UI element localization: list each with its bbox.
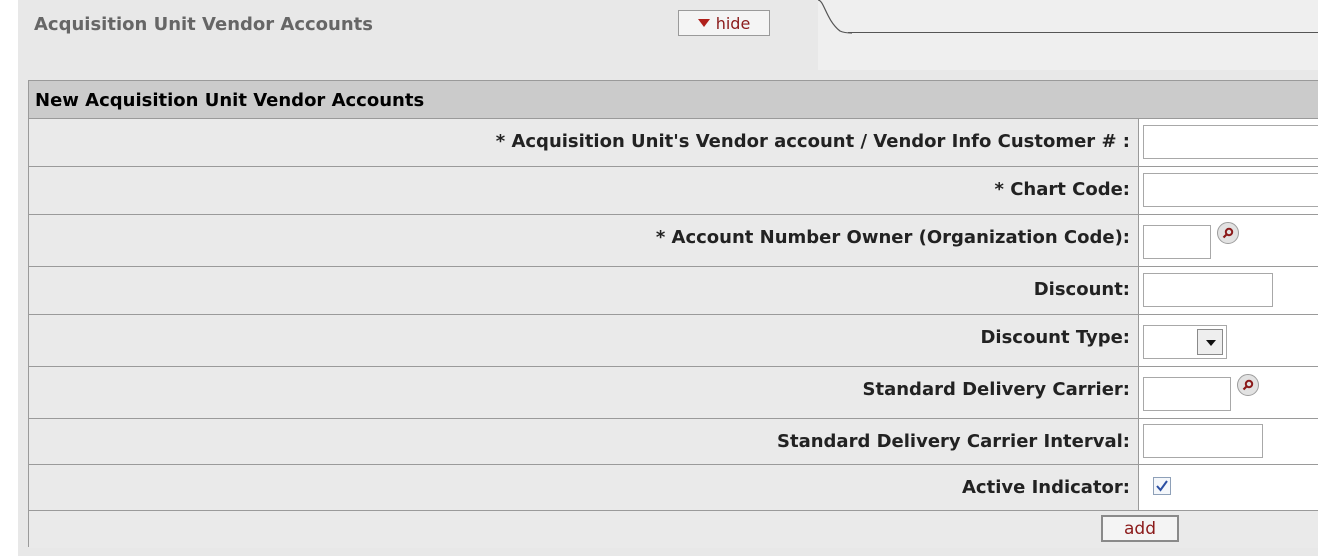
active-indicator-checkbox[interactable] (1153, 477, 1171, 495)
field-row-chart-code: * Chart Code: (29, 167, 1318, 215)
field-row-discount-type: Discount Type: (29, 315, 1318, 367)
field-label: Active Indicator: (961, 477, 1130, 498)
field-label: * Acquisition Unit's Vendor account / Ve… (495, 131, 1130, 152)
field-label: Standard Delivery Carrier: (862, 379, 1130, 400)
field-label: Standard Delivery Carrier Interval: (777, 431, 1130, 452)
tab-divider (848, 32, 1318, 33)
magnifier-icon[interactable] (1237, 374, 1259, 396)
delivery-carrier-input[interactable] (1143, 377, 1231, 411)
field-label: * Chart Code: (994, 179, 1130, 200)
hide-button[interactable]: hide (678, 10, 770, 36)
checkmark-icon (1156, 480, 1168, 492)
field-row-delivery-carrier: Standard Delivery Carrier: (29, 367, 1318, 419)
field-row-account-owner: * Account Number Owner (Organization Cod… (29, 215, 1318, 267)
section-title: New Acquisition Unit Vendor Accounts (35, 90, 425, 111)
add-button[interactable]: add (1101, 515, 1179, 542)
discount-input[interactable] (1143, 273, 1273, 307)
hide-button-label: hide (715, 13, 751, 33)
field-row-discount: Discount: (29, 267, 1318, 315)
discount-type-select[interactable] (1143, 325, 1227, 359)
vendor-customer-number-input[interactable] (1143, 125, 1318, 159)
chart-code-input[interactable] (1143, 173, 1318, 207)
add-row: add (29, 511, 1318, 548)
field-row-active-indicator: Active Indicator: (29, 465, 1318, 511)
tab-header: Acquisition Unit Vendor Accounts hide (0, 0, 1318, 72)
section-header: New Acquisition Unit Vendor Accounts (29, 81, 1318, 119)
magnifier-icon[interactable] (1217, 222, 1239, 244)
field-row-vendor-customer-number: * Acquisition Unit's Vendor account / Ve… (29, 119, 1318, 167)
vendor-accounts-table: New Acquisition Unit Vendor Accounts * A… (28, 80, 1318, 548)
tab-background (818, 0, 1318, 72)
field-label: * Account Number Owner (Organization Cod… (655, 227, 1130, 248)
triangle-down-icon (697, 19, 710, 27)
delivery-interval-input[interactable] (1143, 424, 1263, 458)
chevron-down-icon[interactable] (1197, 329, 1223, 355)
field-label: Discount: (1033, 279, 1130, 300)
organization-code-input[interactable] (1143, 225, 1211, 259)
field-label: Discount Type: (980, 327, 1130, 348)
field-row-delivery-interval: Standard Delivery Carrier Interval: (29, 419, 1318, 465)
panel-title: Acquisition Unit Vendor Accounts (34, 14, 373, 35)
